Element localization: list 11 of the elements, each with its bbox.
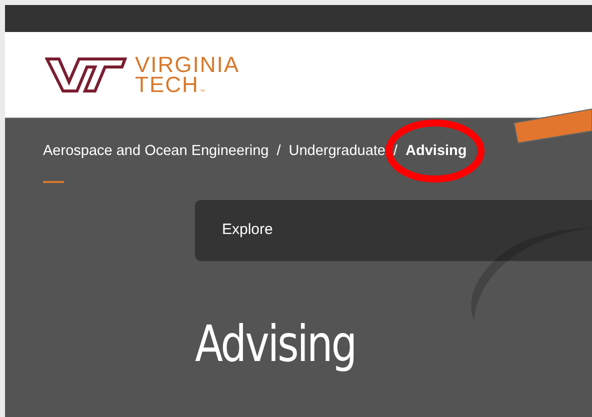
- vt-logo-icon: [45, 56, 127, 94]
- separator-text: /: [276, 142, 281, 161]
- breadcrumb-link[interactable]: Undergraduate: [288, 141, 386, 163]
- logo-text: VIRGINIA: [135, 54, 240, 74]
- breadcrumb-link[interactable]: Aerospace and Ocean Engineering: [43, 141, 269, 163]
- explore-bar[interactable]: Explore: [195, 200, 592, 261]
- breadcrumb-link[interactable]: Advising: [406, 141, 467, 163]
- accent-line: [43, 180, 64, 183]
- page-heading: Advising: [195, 316, 357, 372]
- logo-text: TECH: [135, 74, 199, 94]
- separator-text: /: [394, 142, 398, 161]
